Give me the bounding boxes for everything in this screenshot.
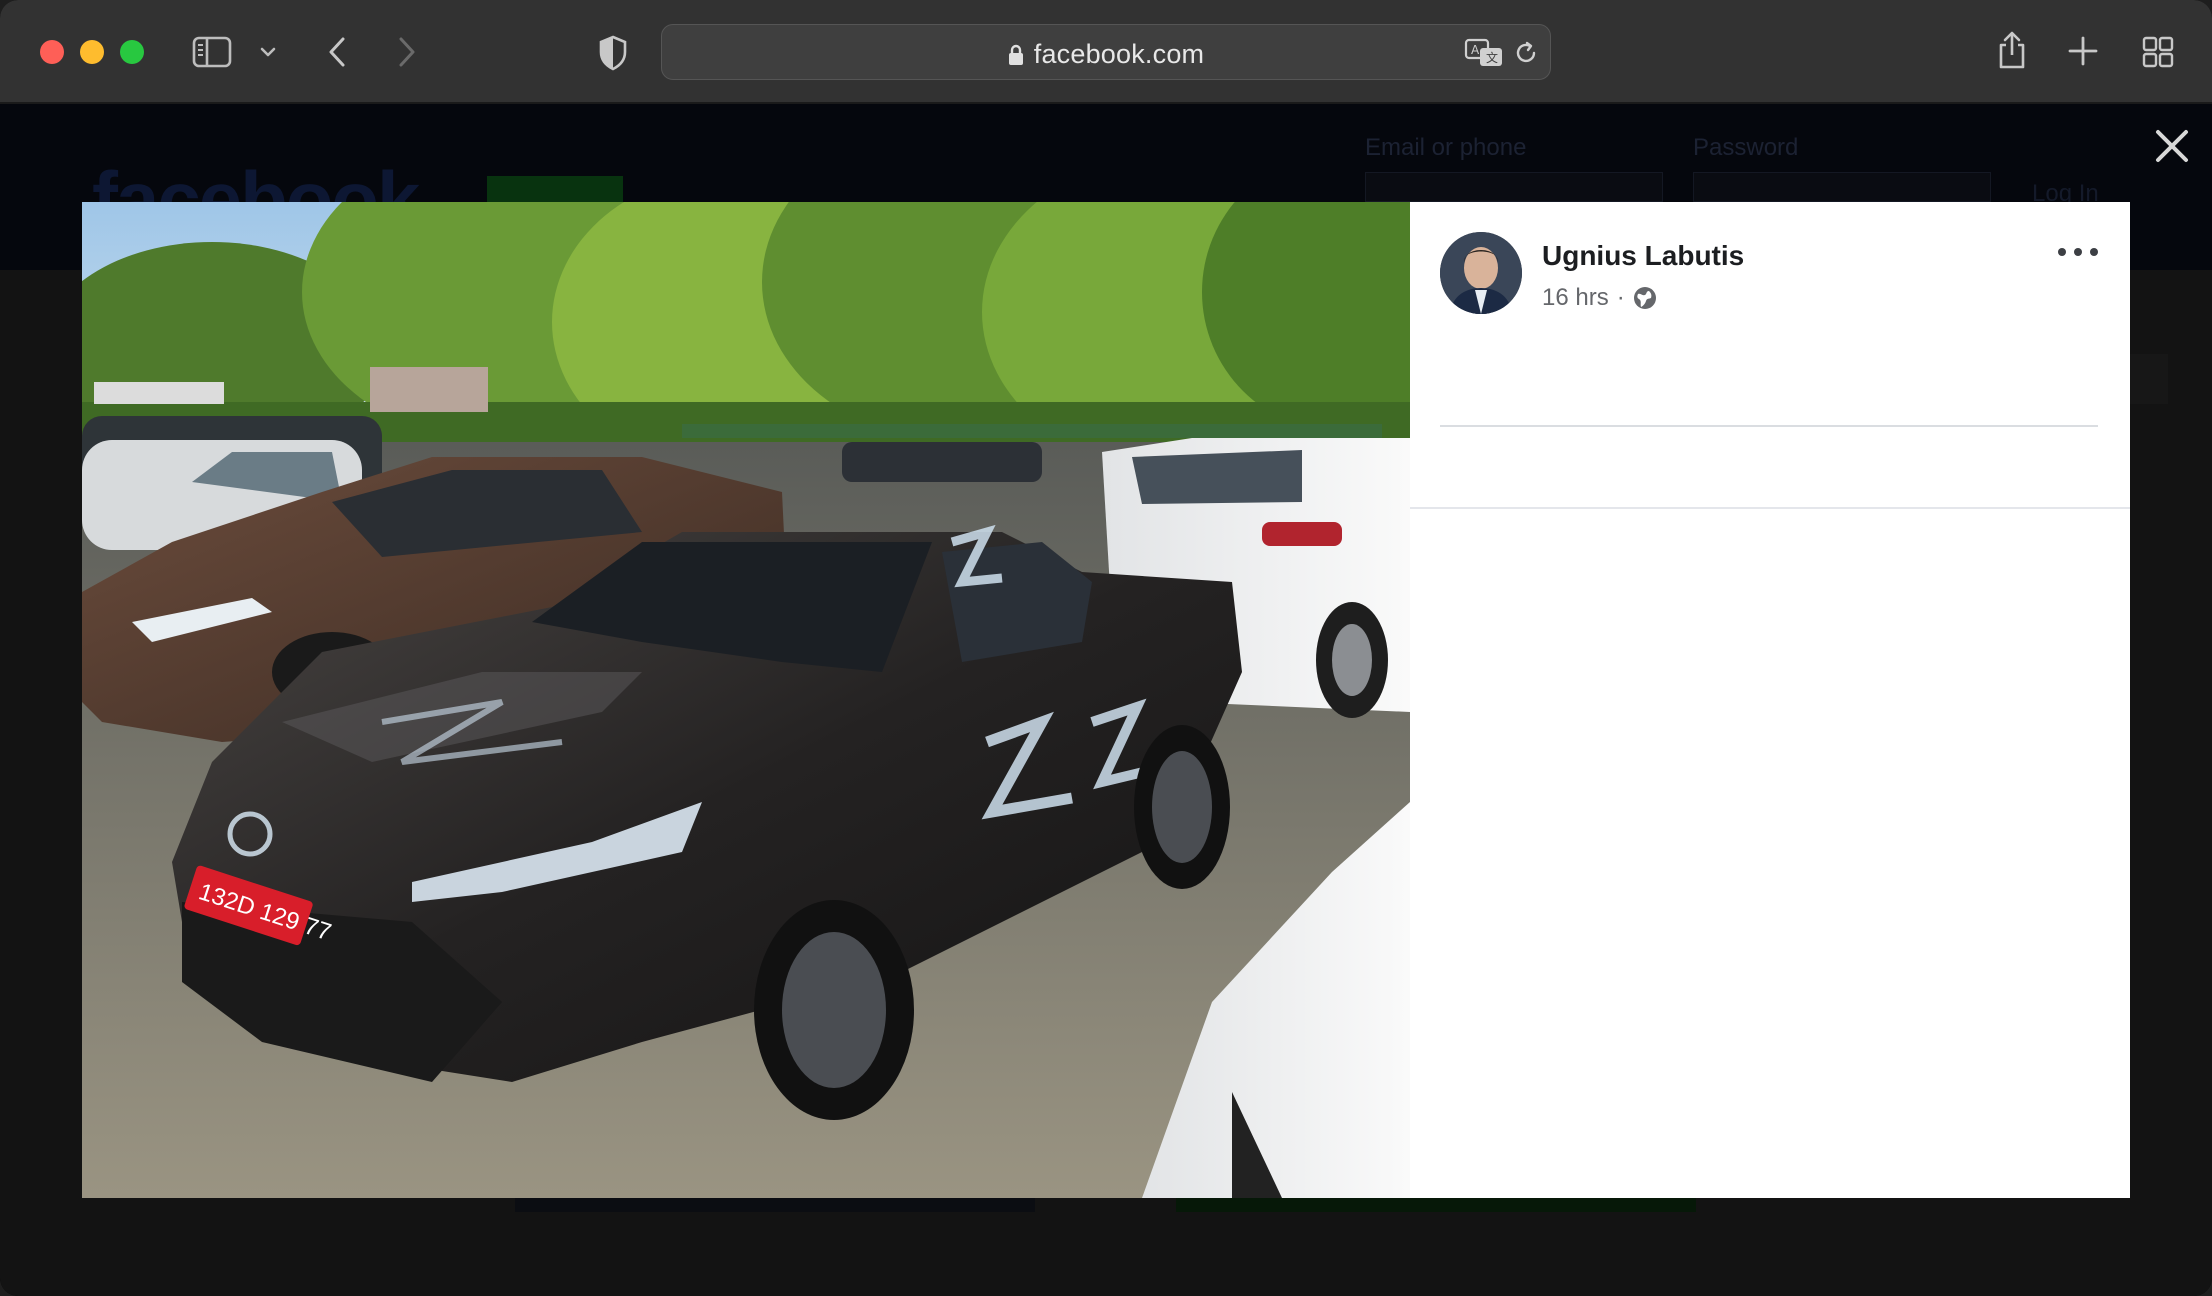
more-dot-icon	[2058, 248, 2066, 256]
close-icon	[2156, 130, 2188, 162]
privacy-shield-icon[interactable]	[596, 34, 630, 72]
email-label: Email or phone	[1365, 134, 1527, 161]
more-dot-icon	[2090, 248, 2098, 256]
tab-overview-icon[interactable]	[2140, 34, 2176, 70]
dimmed-bar	[1176, 1198, 1696, 1212]
close-window-button[interactable]	[40, 40, 64, 64]
photo-viewer: 132D 129 77 Ugnius Labutis 16 hrs ·	[82, 202, 2130, 1198]
post-details-panel: Ugnius Labutis 16 hrs ·	[1410, 202, 2130, 1198]
svg-text:A: A	[1471, 43, 1480, 57]
svg-text:文: 文	[1486, 50, 1498, 65]
forward-button[interactable]	[392, 34, 422, 70]
zoom-window-button[interactable]	[120, 40, 144, 64]
password-label: Password	[1693, 134, 1799, 161]
browser-toolbar: facebook.com A文	[0, 0, 2212, 104]
share-icon[interactable]	[1994, 28, 2030, 72]
close-viewer-button[interactable]	[2152, 126, 2192, 166]
page-content: facebook Email or phone Password Log In	[0, 104, 2212, 1296]
reactions-divider	[1440, 425, 2098, 427]
translate-icon[interactable]: A文	[1464, 37, 1504, 69]
author-name[interactable]: Ugnius Labutis	[1542, 240, 1744, 272]
post-timestamp[interactable]: 16 hrs	[1542, 284, 1609, 312]
sidebar-toggle-icon[interactable]	[192, 34, 232, 70]
post-meta: 16 hrs ·	[1542, 284, 1657, 312]
comments-divider	[1410, 507, 2130, 509]
chevron-down-icon[interactable]	[258, 42, 278, 62]
more-dot-icon	[2074, 248, 2082, 256]
back-button[interactable]	[322, 34, 352, 70]
meta-separator: ·	[1616, 284, 1625, 311]
globe-icon	[1633, 287, 1656, 309]
post-photo[interactable]: 132D 129 77	[82, 202, 1410, 1198]
author-avatar[interactable]	[1440, 232, 1522, 314]
new-tab-icon[interactable]	[2066, 34, 2100, 68]
more-options-button[interactable]	[2058, 242, 2098, 262]
dimmed-bar	[515, 1198, 1035, 1212]
minimize-window-button[interactable]	[80, 40, 104, 64]
address-bar[interactable]: facebook.com A文	[661, 24, 1551, 80]
dimmed-side-element	[2128, 354, 2168, 404]
create-account-button-dimmed	[487, 176, 623, 202]
browser-window: facebook.com A文 facebook Email or phone …	[0, 0, 2212, 1296]
email-field	[1365, 172, 1663, 202]
avatar-image	[1440, 232, 1522, 314]
lock-icon	[1008, 44, 1023, 65]
url-text: facebook.com	[1033, 39, 1205, 69]
car-photo-illustration: 132D 129 77	[82, 202, 1410, 1198]
password-field	[1693, 172, 1991, 202]
reload-icon[interactable]	[1512, 39, 1540, 67]
